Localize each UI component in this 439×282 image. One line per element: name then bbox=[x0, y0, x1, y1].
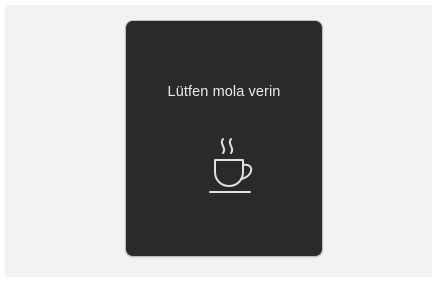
break-reminder-message: Lütfen mola verin bbox=[167, 84, 281, 100]
break-reminder-display: Lütfen mola verin bbox=[126, 21, 322, 256]
coffee-cup-icon bbox=[204, 135, 260, 197]
